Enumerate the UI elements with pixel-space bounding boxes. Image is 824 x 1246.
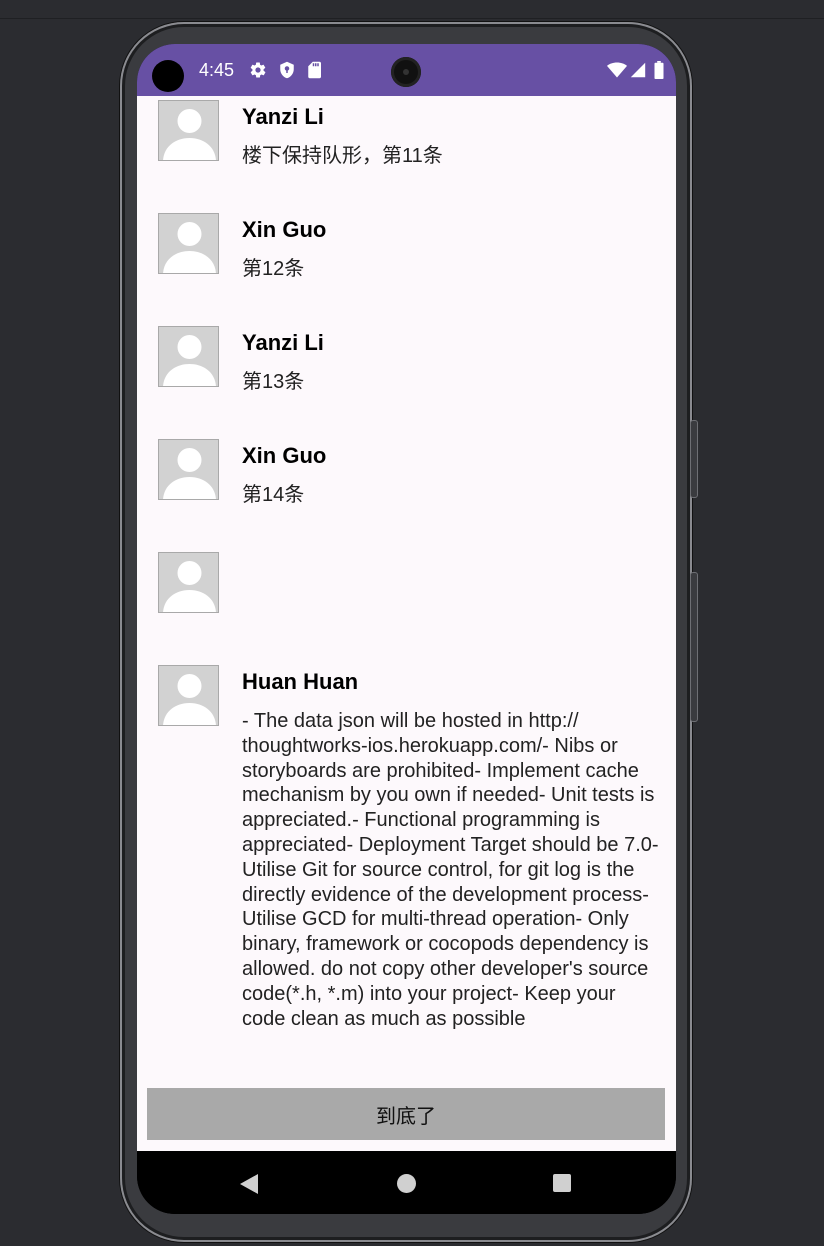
recents-icon[interactable] [552, 1173, 572, 1198]
status-time: 4:45 [199, 60, 235, 80]
sender-name: Xin Guo [242, 443, 327, 468]
avatar [158, 665, 219, 726]
shield-icon [278, 61, 296, 84]
end-of-list-button[interactable]: 到底了 [147, 1088, 665, 1140]
tweet-content: 第13条 [242, 371, 305, 393]
avatar [158, 213, 219, 274]
signal-icon [630, 61, 646, 84]
tweet-content: 第14条 [242, 484, 305, 506]
back-icon[interactable] [239, 1173, 259, 1200]
tweet-content: - The data json will be hosted in http:/… [242, 710, 659, 1030]
avatar [158, 439, 219, 500]
avatar [158, 100, 219, 161]
gear-icon [249, 61, 267, 84]
avatar [158, 552, 219, 613]
battery-icon [654, 61, 664, 84]
screen-cutout-dot [152, 60, 184, 92]
tweet-content: 楼下保持队形，第11条 [242, 145, 443, 167]
feed-screen: Yanzi Li 楼下保持队形，第11条 Xin Guo 第12条 Yanzi … [137, 96, 676, 1151]
navigation-bar [137, 1151, 676, 1214]
sender-name: Yanzi Li [242, 330, 324, 355]
emulator-toolbar-divider [0, 18, 824, 19]
front-camera [391, 57, 421, 87]
volume-button[interactable] [690, 420, 698, 498]
sender-name: Xin Guo [242, 217, 327, 242]
sd-card-icon [307, 61, 323, 84]
home-icon[interactable] [396, 1173, 417, 1199]
sender-name: Yanzi Li [242, 104, 324, 129]
sender-name: Huan Huan [242, 669, 359, 694]
status-bar: 4:45 [137, 44, 676, 96]
power-button[interactable] [690, 572, 698, 722]
phone-screen: 4:45 Yanzi Li 楼下保持队形，第11条 Xin Guo 第12条 Y… [137, 44, 676, 1214]
tweet-content: 第12条 [242, 258, 305, 280]
wifi-icon [607, 61, 627, 84]
avatar [158, 326, 219, 387]
